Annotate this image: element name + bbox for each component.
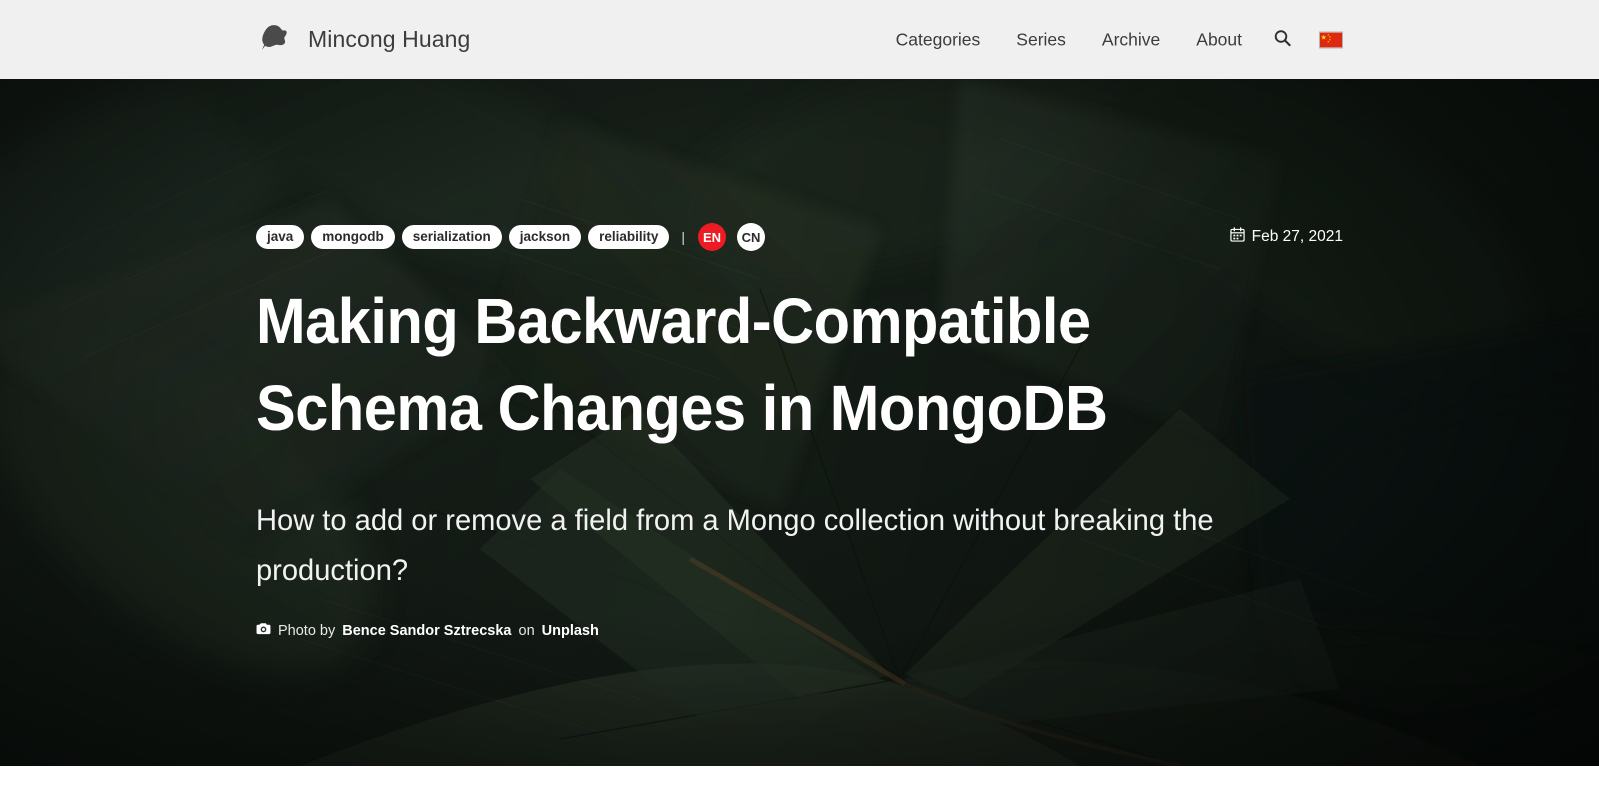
post-meta-row: java mongodb serialization jackson relia… — [256, 223, 1343, 251]
post-title: Making Backward-Compatible Schema Change… — [256, 285, 1108, 445]
photo-credit: Photo by Bence Sandor Sztrecska on Unpla… — [256, 622, 1343, 639]
tag-jackson[interactable]: jackson — [508, 224, 582, 250]
hero-banner: java mongodb serialization jackson relia… — [0, 79, 1599, 766]
ink-blob-logo-icon — [256, 21, 294, 59]
camera-icon — [256, 622, 271, 639]
tag-serialization[interactable]: serialization — [401, 224, 502, 250]
photo-credit-prefix: Photo by — [278, 622, 336, 639]
brand-home-link[interactable]: Mincong Huang — [256, 21, 470, 59]
nav-item-categories[interactable]: Categories — [896, 29, 999, 50]
nav-item-series[interactable]: Series — [998, 29, 1084, 50]
hero-content: java mongodb serialization jackson relia… — [256, 223, 1343, 639]
post-date-text: Feb 27, 2021 — [1251, 228, 1343, 245]
site-header: Mincong Huang Categories Series Archive … — [0, 0, 1599, 79]
page-body-spacer — [0, 766, 1599, 801]
photo-author-link[interactable]: Bence Sandor Sztrecska — [342, 623, 511, 639]
tag-reliability[interactable]: reliability — [588, 224, 670, 250]
calendar-icon — [1229, 227, 1245, 247]
main-navigation: Categories Series Archive About — [896, 29, 1343, 50]
search-icon — [1274, 30, 1291, 50]
post-tag-list: java mongodb serialization jackson relia… — [256, 223, 765, 251]
post-subtitle: How to add or remove a field from a Mong… — [256, 504, 1214, 588]
language-badge-cn[interactable]: CN — [737, 223, 765, 251]
tag-mongodb[interactable]: mongodb — [311, 224, 395, 250]
china-flag-icon — [1319, 31, 1343, 48]
post-date: Feb 27, 2021 — [1229, 227, 1343, 247]
brand-name: Mincong Huang — [308, 26, 471, 52]
nav-item-about[interactable]: About — [1178, 29, 1260, 50]
language-separator: | — [681, 229, 685, 245]
language-badge-en[interactable]: EN — [698, 223, 726, 251]
photo-source-link[interactable]: Unplash — [542, 623, 599, 639]
photo-credit-middle: on — [518, 622, 535, 639]
nav-item-archive[interactable]: Archive — [1084, 29, 1178, 50]
tag-java[interactable]: java — [256, 224, 305, 250]
language-switch-button[interactable] — [1305, 31, 1343, 48]
search-button[interactable] — [1260, 30, 1305, 50]
